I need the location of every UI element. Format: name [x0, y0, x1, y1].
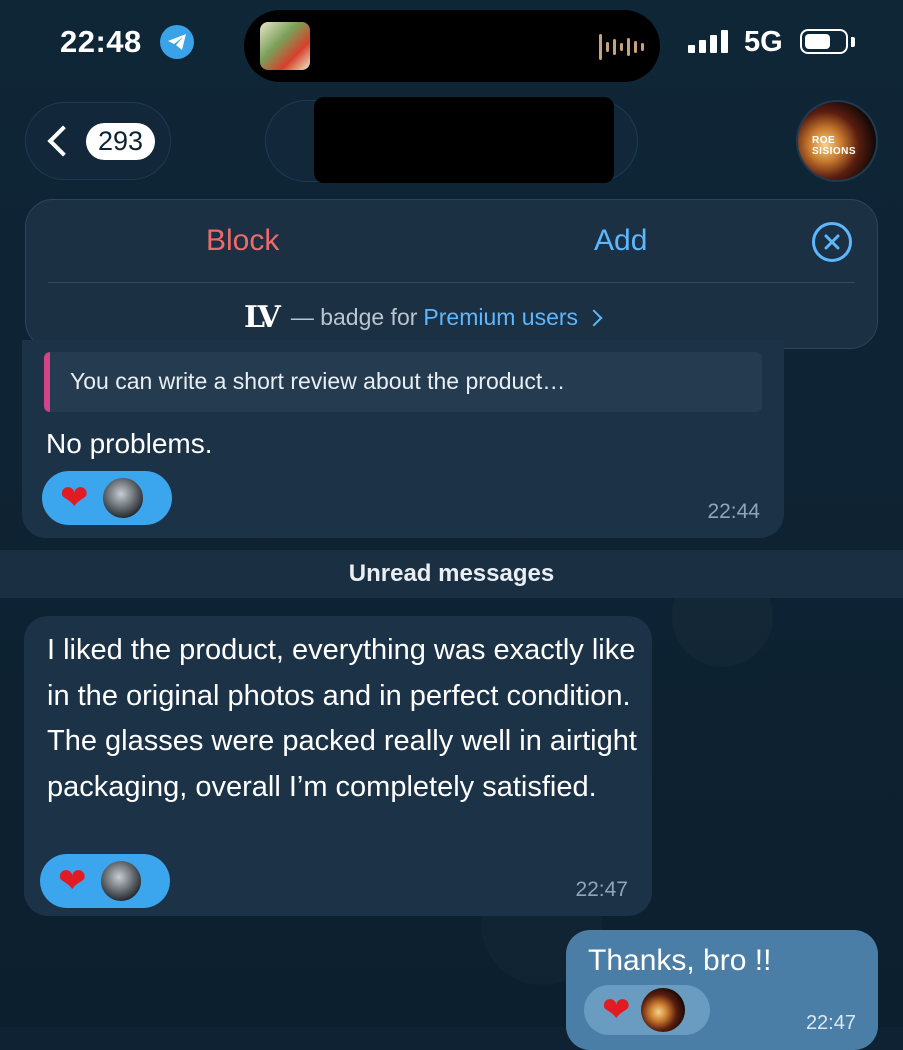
message-text: No problems. [46, 428, 213, 459]
lv-badge-icon: LV [244, 300, 281, 335]
reactor-avatar [640, 988, 685, 1032]
premium-users-link[interactable]: Premium users [423, 304, 578, 331]
message-text: I liked the product, everything was exac… [47, 634, 637, 803]
heart-icon: ❤ [602, 991, 631, 1029]
telegram-icon [160, 25, 194, 59]
reactor-avatar [100, 476, 145, 520]
premium-badge-row[interactable]: LV — badge for Premium users [244, 300, 603, 335]
reactions-pill[interactable]: ❤ [42, 471, 172, 525]
battery-icon [800, 29, 848, 54]
outgoing-message-bubble[interactable]: Thanks, bro !! ❤ 22:47 [566, 930, 878, 1050]
audio-waveform-icon [599, 34, 644, 60]
message-time: 22:47 [575, 878, 628, 901]
back-button[interactable]: 293 [25, 102, 171, 180]
redacted-name [314, 97, 614, 183]
status-time: 22:48 [60, 24, 142, 59]
message-text: Thanks, bro !! [588, 944, 772, 977]
message-time: 22:47 [805, 1012, 856, 1034]
heart-icon: ❤ [58, 862, 87, 900]
signal-strength-icon [688, 30, 728, 53]
quote-text: You can write a short review about the p… [70, 368, 566, 394]
divider [48, 282, 855, 283]
chevron-left-icon [47, 125, 79, 157]
unread-messages-divider: Unread messages [0, 550, 903, 598]
now-playing-artwork [260, 22, 310, 70]
message-bubble[interactable]: I liked the product, everything was exac… [24, 616, 652, 916]
message-time: 22:44 [707, 500, 760, 523]
network-type: 5G [744, 26, 783, 58]
unread-count-badge: 293 [86, 122, 156, 160]
block-button[interactable]: Block [206, 224, 279, 258]
message-bubble[interactable]: You can write a short review about the p… [22, 340, 784, 538]
chat-title[interactable] [265, 97, 638, 183]
heart-icon: ❤ [60, 479, 89, 517]
contact-action-panel: Block Add LV — badge for Premium users [25, 199, 878, 349]
reactions-pill[interactable]: ❤ [40, 854, 170, 908]
close-icon[interactable] [812, 222, 852, 262]
dynamic-island[interactable] [244, 10, 660, 82]
quoted-message[interactable]: You can write a short review about the p… [44, 352, 762, 412]
badge-text: — badge for [290, 304, 418, 330]
avatar-label: ROE SISIONS [812, 135, 857, 157]
battery-tip [851, 37, 855, 47]
reactor-avatar [98, 859, 143, 903]
chevron-right-icon [585, 309, 603, 326]
chat-avatar[interactable]: ROE SISIONS [796, 100, 878, 182]
reactions-pill[interactable]: ❤ [584, 985, 710, 1035]
add-contact-button[interactable]: Add [594, 224, 647, 258]
